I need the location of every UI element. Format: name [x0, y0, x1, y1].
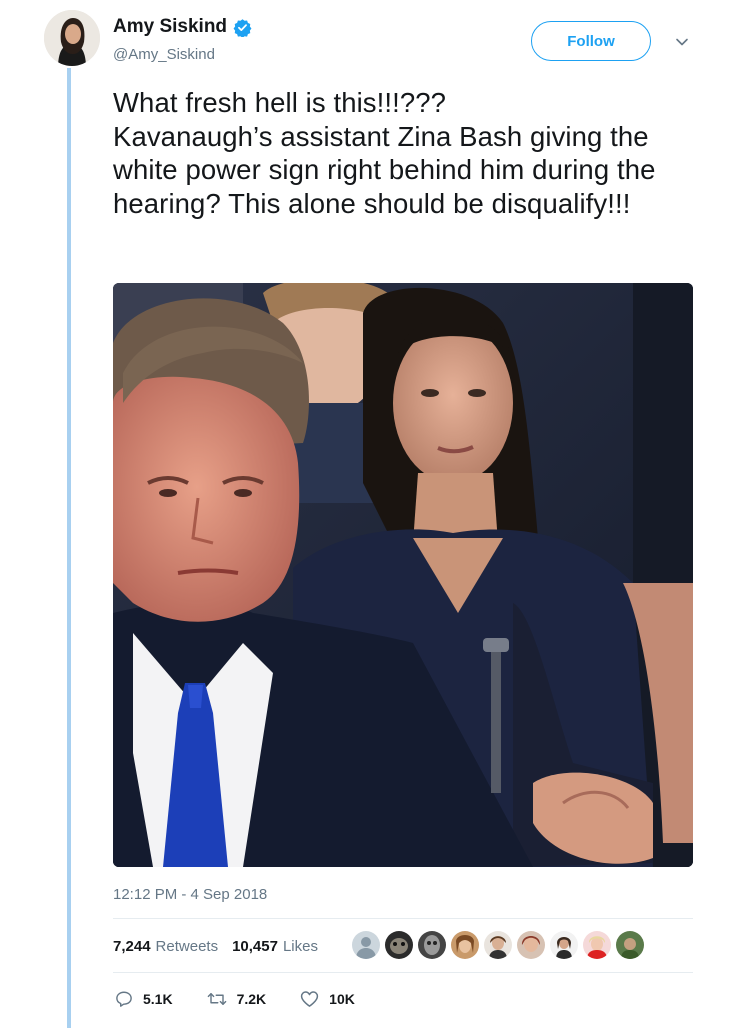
retweet-count: 7.2K — [236, 991, 267, 1007]
tweet-timestamp[interactable]: 12:12 PM - 4 Sep 2018 — [113, 886, 267, 903]
liker-avatar[interactable] — [418, 931, 446, 959]
liker-avatar[interactable] — [385, 931, 413, 959]
author-avatar-image — [44, 10, 100, 66]
reply-count: 5.1K — [143, 991, 173, 1007]
verified-badge-icon — [233, 18, 252, 37]
retweet-icon — [207, 993, 226, 1005]
like-count: 10K — [329, 991, 355, 1007]
author-display-name[interactable]: Amy Siskind — [113, 16, 227, 38]
likes-count: 10,457 — [232, 938, 278, 955]
heart-icon — [300, 991, 319, 1007]
thread-line — [67, 68, 71, 1028]
liker-avatar[interactable] — [550, 931, 578, 959]
reply-icon — [116, 991, 132, 1007]
tweet-photo[interactable] — [113, 283, 693, 867]
author-name-row: Amy Siskind — [113, 16, 252, 38]
liker-avatars — [352, 931, 649, 959]
divider-top — [113, 918, 693, 919]
liker-avatar[interactable] — [583, 931, 611, 959]
retweets-count: 7,244 — [113, 938, 151, 955]
tweet-actions: 5.1K 7.2K 10K — [115, 990, 389, 1008]
retweets-label: Retweets — [155, 938, 219, 955]
tweet-stats: 7,244 Retweets 10,457 Likes — [113, 938, 318, 955]
liker-avatar[interactable] — [517, 931, 545, 959]
chevron-down-icon[interactable] — [674, 34, 690, 50]
retweets-stat[interactable]: 7,244 Retweets — [113, 938, 218, 955]
likes-label: Likes — [282, 938, 318, 955]
author-handle[interactable]: @Amy_Siskind — [113, 46, 215, 63]
liker-avatar[interactable] — [616, 931, 644, 959]
like-action[interactable]: 10K — [300, 990, 355, 1008]
follow-button[interactable]: Follow — [531, 21, 651, 61]
liker-avatar[interactable] — [451, 931, 479, 959]
liker-avatar[interactable] — [484, 931, 512, 959]
likes-stat[interactable]: 10,457 Likes — [232, 938, 318, 955]
author-avatar[interactable] — [44, 10, 100, 66]
tweet-photo-image — [113, 283, 693, 867]
retweet-action[interactable]: 7.2K — [207, 990, 267, 1008]
liker-avatar[interactable] — [352, 931, 380, 959]
tweet-text: What fresh hell is this!!!??? Kavanaugh’… — [113, 87, 656, 219]
reply-action[interactable]: 5.1K — [115, 990, 173, 1008]
divider-bottom — [113, 972, 693, 973]
